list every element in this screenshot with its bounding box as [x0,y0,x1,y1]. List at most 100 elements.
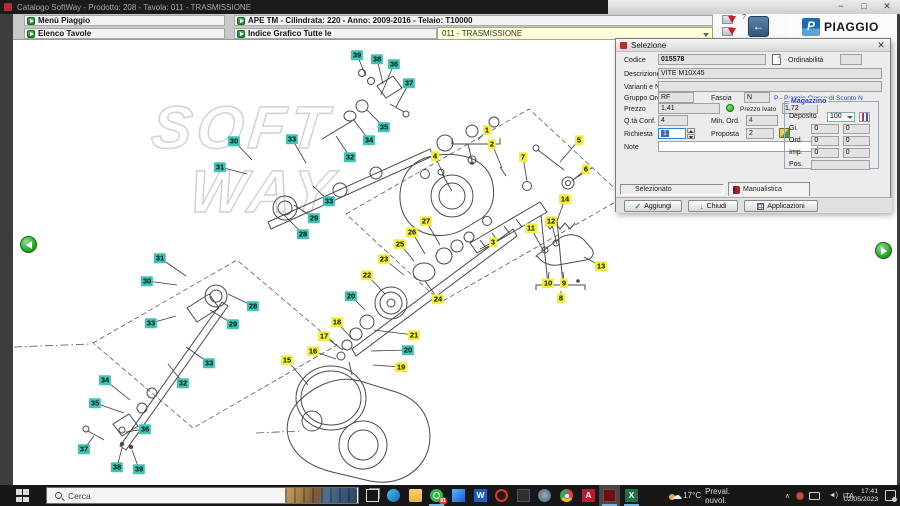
magazzino-value-field[interactable]: 0 [811,124,838,134]
volume-icon[interactable]: ◄) [829,485,838,506]
deposito-select[interactable]: 100 [827,112,855,122]
document-icon[interactable] [772,54,781,65]
part-callout-32[interactable]: 32 [177,378,189,388]
part-callout-3[interactable]: 3 [489,237,497,247]
part-callout-16[interactable]: 16 [307,346,319,356]
part-callout-28[interactable]: 28 [297,229,309,239]
weather-widget[interactable]: ☁ 17°C Preval. nuvol. [669,485,732,506]
part-callout-27[interactable]: 27 [420,216,432,226]
part-callout-14[interactable]: 14 [559,194,571,204]
part-callout-39[interactable]: 39 [133,464,145,474]
dialog-titlebar[interactable]: Selezione ✕ [616,39,890,52]
taskbar-icon-app-dark[interactable] [513,485,534,506]
part-callout-7[interactable]: 7 [519,152,527,162]
fascia-field[interactable]: N [744,92,770,103]
part-callout-17[interactable]: 17 [318,331,330,341]
display-icon[interactable] [809,485,820,506]
magazzino-value-field[interactable]: 0 [843,124,870,134]
start-button[interactable] [0,485,44,506]
min-ord-field[interactable]: 4 [746,115,778,126]
tray-expand-caret[interactable]: ∧ [785,485,790,506]
dialog-close-button[interactable]: ✕ [875,40,887,51]
taskbar-icon-opera[interactable] [491,485,512,506]
magazzino-value-field[interactable]: 0 [843,148,870,158]
taskbar-icon-settings[interactable] [534,485,555,506]
part-callout-30[interactable]: 30 [228,136,240,146]
antivirus-icon[interactable] [796,485,804,506]
ordinabilita-field[interactable] [840,54,862,65]
taskbar-icon-whatsapp[interactable]: 81 [426,485,447,506]
part-callout-30[interactable]: 30 [141,276,153,286]
taskbar-icon-excel[interactable]: X [621,485,642,506]
proposta-field[interactable]: 2 [746,128,774,139]
qta-conf-field[interactable]: 4 [658,115,688,126]
prezzo-field[interactable]: 1,41 [658,103,720,114]
taskbar-icon-acrobat[interactable]: A [578,485,599,506]
part-callout-15[interactable]: 15 [281,355,293,365]
part-callout-31[interactable]: 31 [154,253,166,263]
previous-table-button[interactable] [20,236,37,253]
part-callout-18[interactable]: 18 [331,317,343,327]
search-highlight-image[interactable] [285,488,357,503]
part-callout-36[interactable]: 36 [388,59,400,69]
action-center-icon[interactable] [885,485,896,506]
part-callout-8[interactable]: 8 [557,293,565,303]
part-callout-29[interactable]: 29 [227,319,239,329]
part-callout-12[interactable]: 12 [545,216,557,226]
part-callout-21[interactable]: 21 [408,330,420,340]
aggiungi-button[interactable]: ✓ Aggiungi [624,200,682,212]
part-callout-33[interactable]: 33 [203,358,215,368]
part-callout-1[interactable]: 1 [483,125,491,135]
part-callout-2[interactable]: 2 [488,139,496,149]
part-callout-33[interactable]: 33 [145,318,157,328]
part-callout-35[interactable]: 35 [89,398,101,408]
part-callout-35[interactable]: 35 [378,122,390,132]
part-callout-38[interactable]: 38 [111,462,123,472]
part-callout-34[interactable]: 34 [99,375,111,385]
part-callout-22[interactable]: 22 [361,270,373,280]
part-callout-4[interactable]: 4 [431,151,439,161]
applicazioni-button[interactable]: Applicazioni [744,200,818,212]
stepper-down-icon[interactable] [687,134,695,139]
part-callout-37[interactable]: 37 [78,444,90,454]
part-callout-37[interactable]: 37 [403,78,415,88]
part-callout-19[interactable]: 19 [395,362,407,372]
taskbar-icon-chrome[interactable] [556,485,577,506]
part-callout-28[interactable]: 28 [247,301,259,311]
codice-field[interactable]: 015578 [658,54,766,65]
taskbar-icon-word[interactable]: W [470,485,491,506]
clock[interactable]: 17:4102/05/2023 [844,485,878,506]
part-callout-29[interactable]: 29 [308,213,320,223]
part-callout-13[interactable]: 13 [595,261,607,271]
stepper-up-icon[interactable] [687,128,695,133]
part-callout-38[interactable]: 38 [371,54,383,64]
part-callout-5[interactable]: 5 [575,135,583,145]
gruppo-ord-field[interactable]: RF [658,92,694,103]
part-callout-39[interactable]: 39 [351,50,363,60]
richiesta-stepper[interactable] [687,128,695,140]
magazzino-value-field[interactable]: 0 [811,148,838,158]
chiudi-button[interactable]: ↓ Chiudi [688,200,738,212]
magazzino-value-field[interactable]: 0 [843,136,870,146]
taskbar-icon-edge[interactable] [383,485,404,506]
part-callout-10[interactable]: 10 [542,278,554,288]
part-callout-6[interactable]: 6 [582,164,590,174]
taskbar-icon-task-view[interactable] [362,485,383,506]
descrizione-field[interactable]: VITE M10X45 [658,68,882,79]
part-callout-32[interactable]: 32 [344,152,356,162]
part-callout-36[interactable]: 36 [139,424,151,434]
magazzino-value-field[interactable]: 0 [811,136,838,146]
taskbar-icon-catalogo-softway[interactable] [599,485,620,506]
part-callout-23[interactable]: 23 [378,254,390,264]
pos-field[interactable] [811,160,870,170]
part-callout-34[interactable]: 34 [363,135,375,145]
part-callout-9[interactable]: 9 [560,278,568,288]
part-callout-11[interactable]: 11 [525,223,537,233]
taskbar-icon-photos[interactable] [448,485,469,506]
stock-chart-icon[interactable] [859,112,870,122]
part-callout-26[interactable]: 26 [406,227,418,237]
varianti-field[interactable] [658,81,882,92]
part-callout-31[interactable]: 31 [214,162,226,172]
tab-manualistica[interactable]: Manualistica [728,182,810,196]
search-input[interactable]: Cerca [46,487,359,504]
